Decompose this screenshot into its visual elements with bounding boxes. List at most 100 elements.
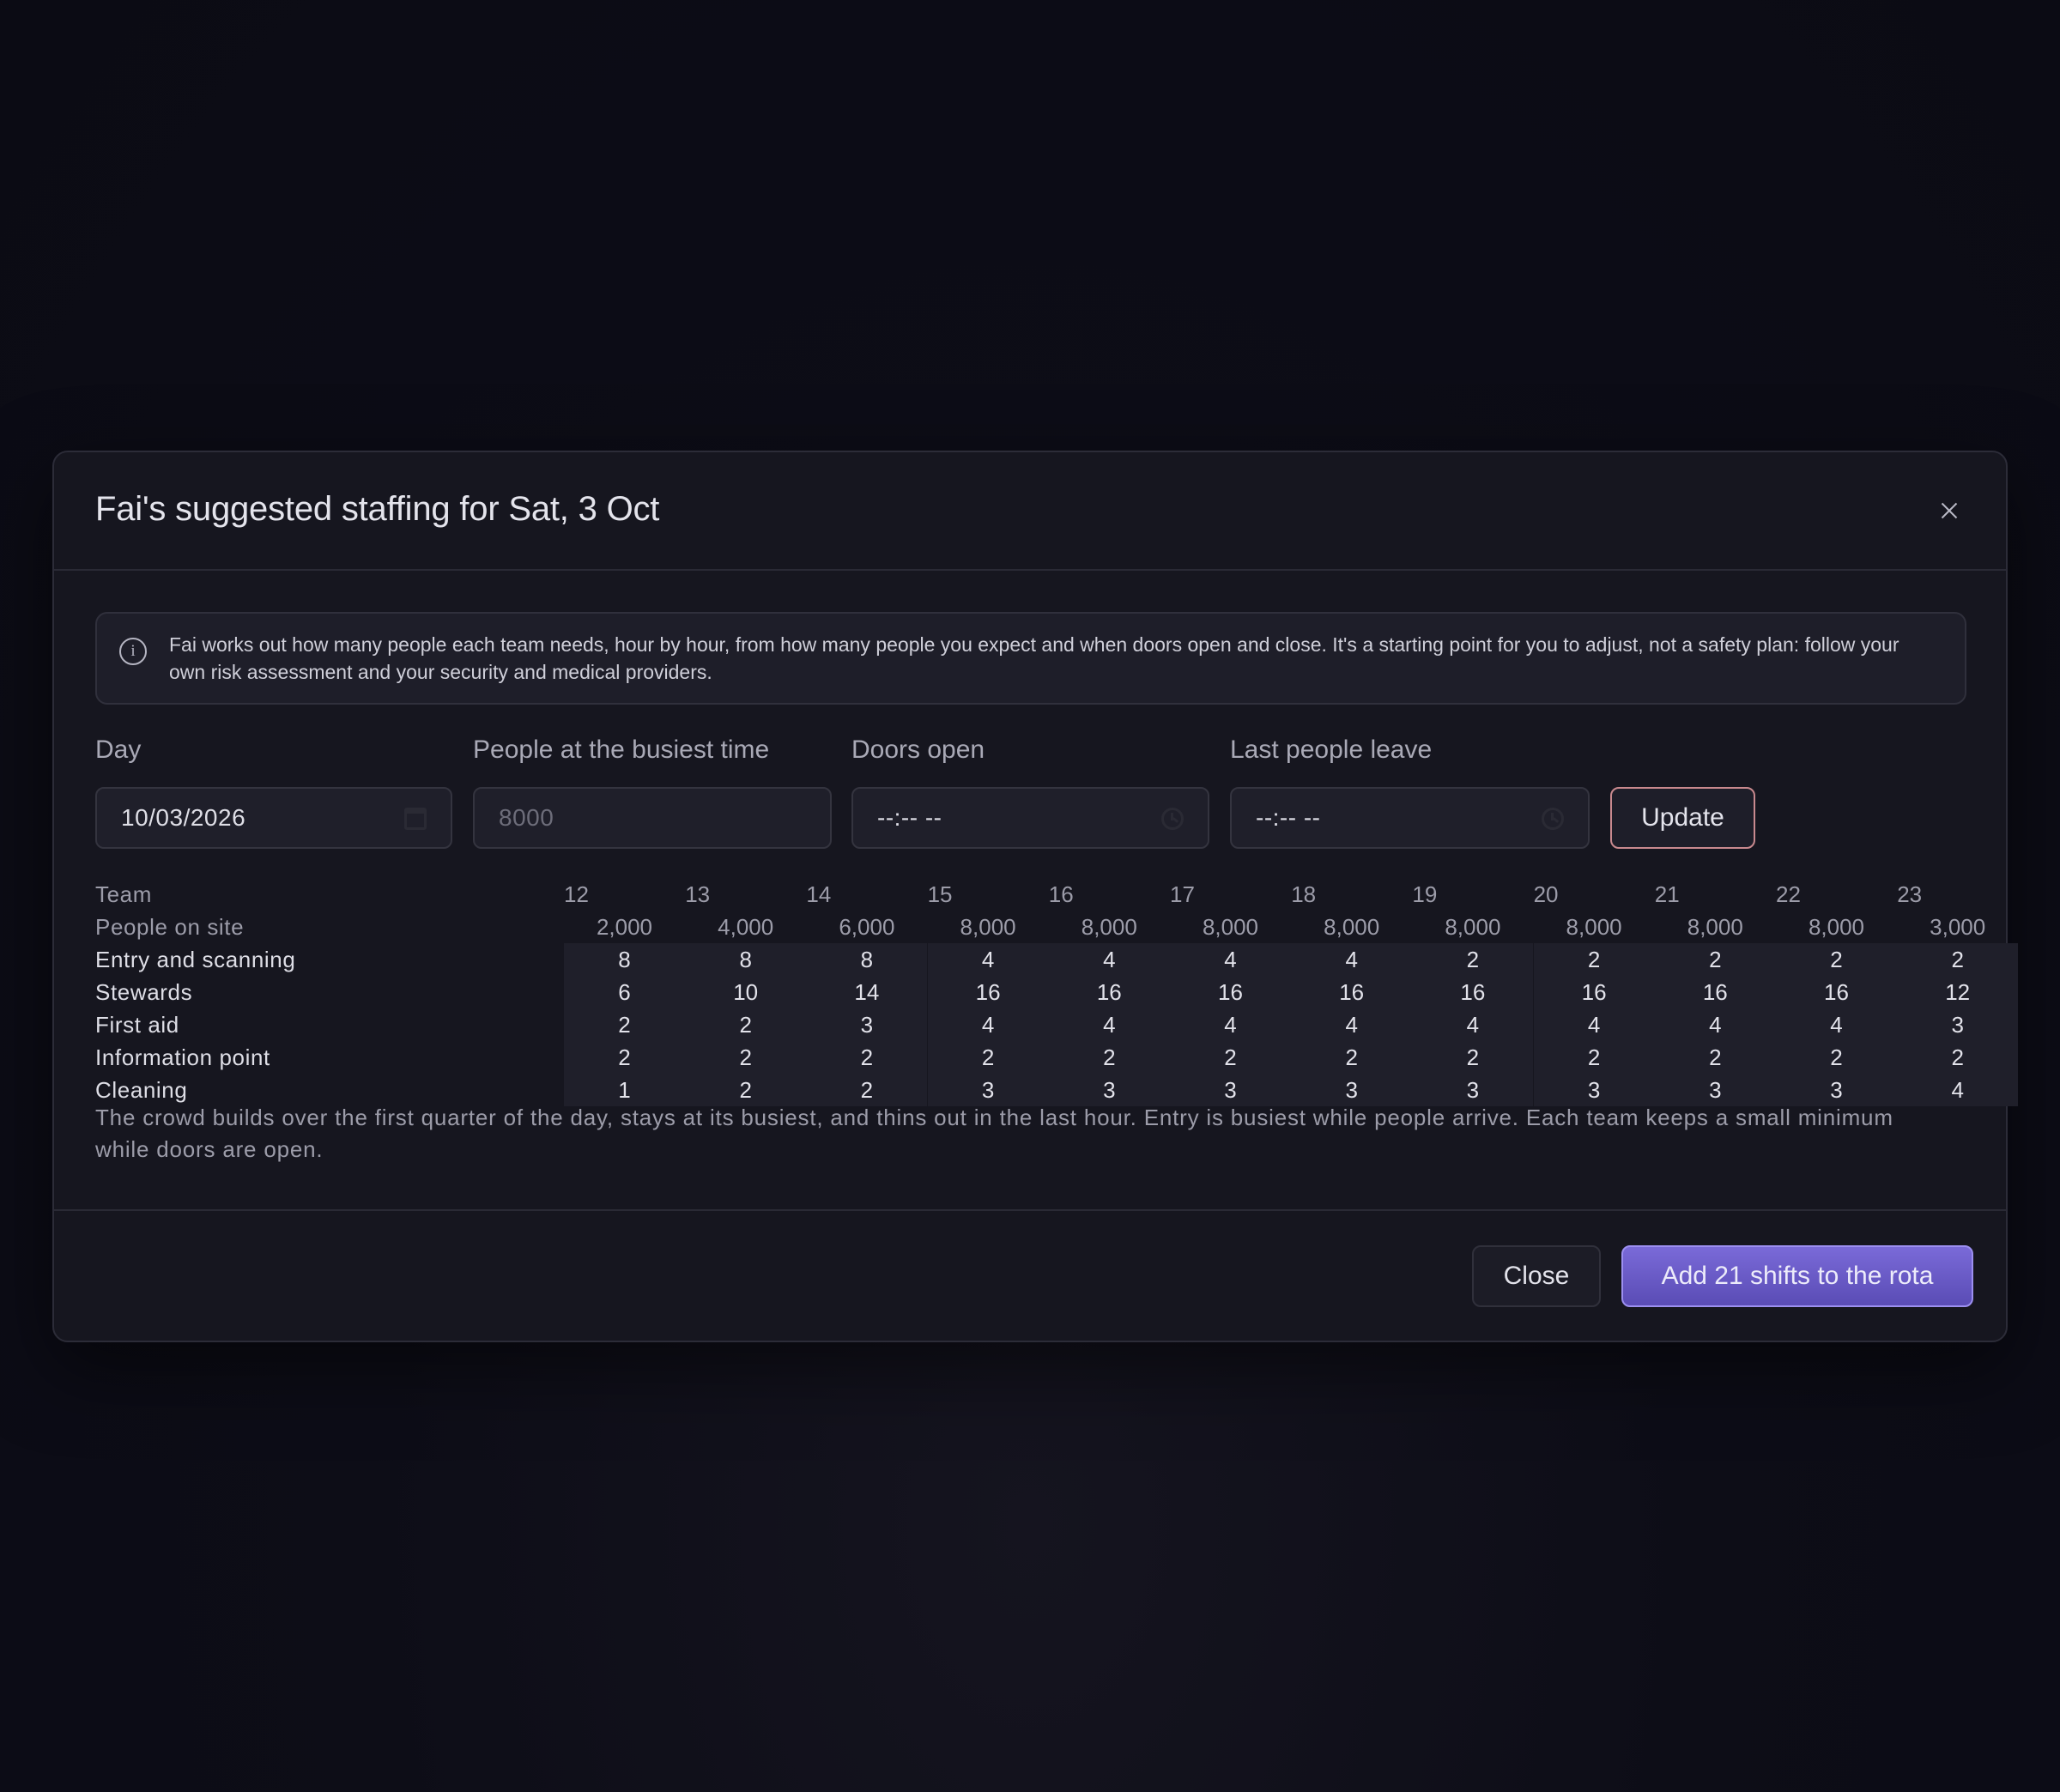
dialog-header: Fai's suggested staffing for Sat, 3 Oct (54, 452, 2006, 571)
team-name: First aid (95, 1012, 179, 1038)
staff-count-cell[interactable]: 2 (1654, 943, 1776, 976)
team-name: Information point (95, 1044, 270, 1070)
staff-count-cell[interactable]: 2 (1048, 1041, 1170, 1074)
doors-open-value: --:-- -- (877, 804, 942, 831)
people-count-cell: 3,000 (1930, 914, 1986, 940)
hour-column-header: 16 (1048, 881, 1074, 907)
team-name: Entry and scanning (95, 947, 296, 972)
staff-count-cell[interactable]: 16 (1654, 976, 1776, 1008)
busiest-label: People at the busiest time (473, 736, 770, 764)
update-button[interactable]: Update (1610, 787, 1755, 849)
close-button[interactable]: Close (1472, 1245, 1601, 1307)
hour-column-header: 19 (1412, 881, 1438, 907)
add-shifts-button[interactable]: Add 21 shifts to the rota (1621, 1245, 1973, 1307)
last-leave-time-input[interactable]: --:-- -- (1230, 787, 1590, 849)
staff-count-cell[interactable]: 6 (564, 976, 685, 1008)
staff-count-cell[interactable]: 2 (1776, 1041, 1897, 1074)
calendar-icon[interactable] (404, 808, 427, 830)
staff-count-cell[interactable]: 2 (1291, 1041, 1413, 1074)
hour-column-header: 21 (1654, 881, 1680, 907)
staff-count-cell[interactable]: 12 (1897, 976, 2019, 1008)
staff-count-cell[interactable]: 2 (1533, 1041, 1655, 1074)
staff-count-cell[interactable]: 2 (1412, 1041, 1534, 1074)
people-count-cell: 8,000 (1566, 914, 1622, 940)
dialog-footer: Close Add 21 shifts to the rota (54, 1209, 2006, 1342)
staff-count-cell[interactable]: 2 (1533, 943, 1655, 976)
team-row: First aid 223444444443 (95, 1008, 2019, 1041)
people-count-cell: 2,000 (596, 914, 653, 940)
staff-count-cell[interactable]: 16 (1048, 976, 1170, 1008)
hour-column-header: 15 (927, 881, 953, 907)
clock-icon[interactable] (1161, 808, 1184, 830)
staff-count-cell[interactable]: 16 (1533, 976, 1655, 1008)
staff-count-cell[interactable]: 2 (1170, 1041, 1291, 1074)
staff-count-cell[interactable]: 4 (927, 943, 1049, 976)
staff-count-cell[interactable]: 2 (1776, 943, 1897, 976)
staff-count-cell[interactable]: 2 (1412, 943, 1534, 976)
staff-count-cell[interactable]: 4 (927, 1008, 1049, 1041)
doors-open-label: Doors open (851, 736, 985, 764)
hour-column-header: 17 (1170, 881, 1195, 907)
staffing-summary: The crowd builds over the first quarter … (95, 1105, 1893, 1162)
team-row: Entry and scanning 888444422222 (95, 943, 2019, 976)
clock-icon[interactable] (1542, 808, 1564, 830)
doors-open-time-input[interactable]: --:-- -- (851, 787, 1209, 849)
staff-count-cell[interactable]: 2 (564, 1041, 685, 1074)
staff-count-cell[interactable]: 2 (1897, 1041, 2019, 1074)
staff-count-cell[interactable]: 8 (564, 943, 685, 976)
staff-count-cell[interactable]: 16 (1291, 976, 1413, 1008)
staff-count-cell[interactable]: 14 (806, 976, 928, 1008)
day-date-input[interactable]: 10/03/2026 (95, 787, 452, 849)
staff-count-cell[interactable]: 2 (685, 1041, 807, 1074)
staff-count-cell[interactable]: 3 (1897, 1008, 2019, 1041)
staff-count-cell[interactable]: 2 (806, 1041, 928, 1074)
people-count-cell: 8,000 (1808, 914, 1865, 940)
staff-count-cell[interactable]: 8 (806, 943, 928, 976)
staff-count-cell[interactable]: 2 (1654, 1041, 1776, 1074)
staff-count-cell[interactable]: 16 (1170, 976, 1291, 1008)
staffing-dialog: Fai's suggested staffing for Sat, 3 Oct … (52, 451, 2019, 1342)
team-name: Stewards (95, 979, 193, 1005)
people-count-cell: 8,000 (960, 914, 1016, 940)
staff-count-cell[interactable]: 2 (685, 1008, 807, 1041)
staff-count-cell[interactable]: 4 (1291, 943, 1413, 976)
dialog-title: Fai's suggested staffing for Sat, 3 Oct (95, 490, 660, 528)
staff-count-cell[interactable]: 16 (1776, 976, 1897, 1008)
staff-count-cell[interactable]: 4 (1776, 1008, 1897, 1041)
staff-count-cell[interactable]: 16 (927, 976, 1049, 1008)
staff-count-cell[interactable]: 4 (1412, 1008, 1534, 1041)
staff-count-cell[interactable]: 10 (685, 976, 807, 1008)
last-leave-label: Last people leave (1230, 736, 1433, 764)
last-leave-value: --:-- -- (1256, 804, 1321, 831)
people-count-cell: 4,000 (718, 914, 774, 940)
hour-column-header: 12 (564, 881, 589, 907)
busiest-people-placeholder: 8000 (499, 804, 554, 831)
people-count-cell: 8,000 (1324, 914, 1380, 940)
staff-count-cell[interactable]: 3 (806, 1008, 928, 1041)
people-count-cell: 8,000 (1687, 914, 1743, 940)
staff-count-cell[interactable]: 4 (1170, 1008, 1291, 1041)
staff-count-cell[interactable]: 4 (1533, 1008, 1655, 1041)
info-notice: i Fai works out how many people each tea… (95, 612, 1966, 705)
staff-count-cell[interactable]: 16 (1412, 976, 1534, 1008)
hour-column-header: 13 (685, 881, 711, 907)
staff-count-cell[interactable]: 2 (564, 1008, 685, 1041)
grid-header-row: Team 12 13 14 15 16 17 18 19 20 21 22 23 (95, 878, 1966, 911)
team-row: Information point 222222222222 (95, 1041, 2019, 1074)
staff-count-cell[interactable]: 2 (927, 1041, 1049, 1074)
hour-column-header: 14 (806, 881, 832, 907)
staff-count-cell[interactable]: 4 (1291, 1008, 1413, 1041)
team-row: Stewards 6 10 14 16 16 16 16 16 16 16 16 12 (95, 976, 2019, 1008)
staff-count-cell[interactable]: 4 (1048, 943, 1170, 976)
staff-count-cell[interactable]: 4 (1654, 1008, 1776, 1041)
hour-column-header: 18 (1291, 881, 1317, 907)
staff-count-cell[interactable]: 4 (1048, 1008, 1170, 1041)
staff-count-cell[interactable]: 4 (1170, 943, 1291, 976)
staff-count-cell[interactable]: 2 (1897, 943, 2019, 976)
day-date-value: 10/03/2026 (121, 804, 246, 831)
close-icon[interactable] (1934, 495, 1965, 526)
people-count-cell: 6,000 (839, 914, 895, 940)
staff-count-cell[interactable]: 8 (685, 943, 807, 976)
hour-column-header: 23 (1897, 881, 1923, 907)
busiest-people-input[interactable]: 8000 (473, 787, 832, 849)
